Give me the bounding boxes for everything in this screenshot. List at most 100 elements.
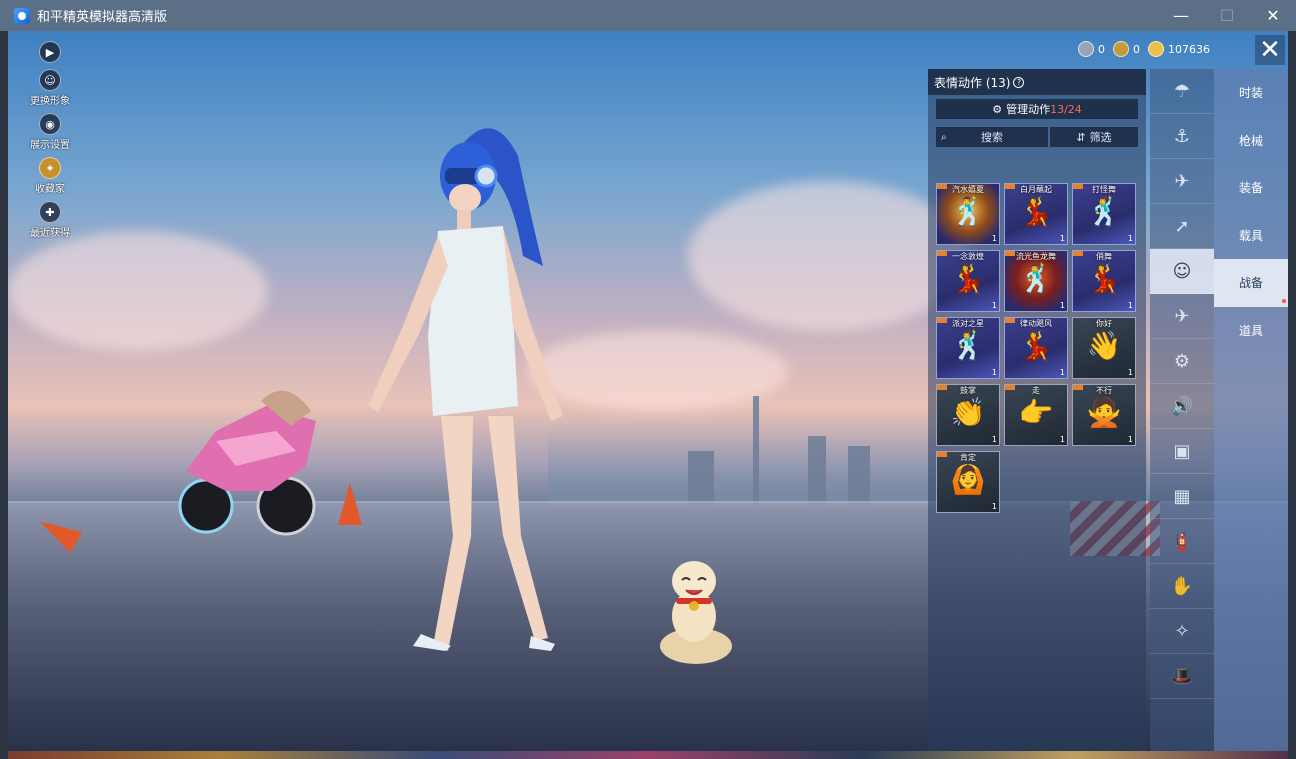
eye-icon[interactable]: ◉ [39,113,61,135]
emote-card[interactable]: 走 👉 1 [1004,384,1068,446]
drone-icon[interactable]: ✈ [1150,159,1214,204]
tab-weapons[interactable]: 枪械 [1214,117,1288,165]
extinguisher-icon[interactable]: 🧯 [1150,519,1214,564]
left-toolbar: ▶ ☺ 更换形象 ◉ 展示设置 ✦ 收藏家 ✚ 最近获得 [20,41,80,245]
change-avatar-button[interactable]: ☺ 更换形象 [20,69,80,107]
filter-button[interactable]: ⇵ 筛选 [1050,127,1138,147]
cloud [688,181,968,331]
emote-count: 1 [1059,301,1065,310]
silver-coin-icon [1078,41,1094,57]
emote-card[interactable]: 不行 🙅 1 [1072,384,1136,446]
display-settings-button[interactable]: ◉ 展示设置 [20,113,80,151]
emote-name: 流光鱼龙舞 [1016,252,1056,261]
cloud [8,231,268,351]
hand-icon[interactable]: ✋ [1150,564,1214,609]
app-logo-icon [14,7,30,24]
emote-name: 打怪舞 [1092,185,1116,194]
manage-emotes-label: 管理动作 [1006,103,1051,116]
avatar-icon[interactable]: ☺ [39,69,61,91]
collector-button[interactable]: ✦ 收藏家 [20,157,80,195]
pet-companion[interactable] [656,556,736,666]
emote-card[interactable]: 鼓掌 👏 1 [936,384,1000,446]
recently-obtained-button[interactable]: ✚ 最近获得 [20,201,80,239]
filter-icon: ⇵ [1076,130,1086,144]
emote-card[interactable]: 汽水嬉夏 🕺 1 [936,183,1000,245]
tab-combat-gear-label: 战备 [1238,276,1263,291]
emote-name: 俏舞 [1096,252,1112,261]
backpack-icon[interactable]: ⚓ [1150,114,1214,159]
hat-icon[interactable]: 🎩 [1150,654,1214,699]
emote-count: 1 [1127,368,1133,377]
manage-emotes-button[interactable]: ⚙ 管理动作 13/24 [936,99,1138,119]
tab-equipment[interactable]: 装备 [1214,164,1288,212]
motorcycle [178,390,316,536]
help-icon[interactable]: ? [1013,76,1025,88]
tab-vehicles[interactable]: 载具 [1214,212,1288,260]
search-button[interactable]: ⌕ 搜索 [936,127,1048,147]
emote-panel-header: 表情动作 (13) ? [928,69,1146,95]
change-avatar-label: 更换形象 [30,96,70,107]
emote-count: 1 [1127,301,1133,310]
emote-card[interactable]: 律动飓风 💃 1 [1004,317,1068,379]
play-icon[interactable]: ▶ [39,41,61,63]
tab-items[interactable]: 道具 [1214,307,1288,355]
collector-label: 收藏家 [35,184,65,195]
emote-count: 1 [991,234,997,243]
emote-card[interactable]: 流光鱼龙舞 🕺 1 [1004,250,1068,312]
close-window-button[interactable]: ✕ [1250,0,1296,31]
robot-icon[interactable]: ⚙ [1150,339,1214,384]
photo-icon[interactable]: ▦ [1150,474,1214,519]
speaker-icon[interactable]: 🔊 [1150,384,1214,429]
close-icon[interactable]: ✕ [1255,35,1285,65]
emote-name: 不行 [1096,386,1112,395]
game-viewport[interactable]: ▶ ☺ 更换形象 ◉ 展示设置 ✦ 收藏家 ✚ 最近获得 0 0 107636 … [8,31,1288,751]
filter-label: 筛选 [1089,131,1112,144]
emote-card[interactable]: 白月蘸起 💃 1 [1004,183,1068,245]
emote-card[interactable]: 俏舞 💃 1 [1072,250,1136,312]
recently-obtained-label: 最近获得 [30,228,70,239]
sticker-icon[interactable]: ▣ [1150,429,1214,474]
emote-count: 1 [991,301,997,310]
expand-toolbar-button[interactable]: ▶ [20,41,80,63]
emote-count: 1 [1059,435,1065,444]
emote-count: 1 [1127,435,1133,444]
parachute-icon[interactable]: ☂ [1150,69,1214,114]
gear-icon: ⚙ [992,102,1003,116]
currency-gold[interactable]: 107636 [1148,41,1210,57]
display-settings-label: 展示设置 [30,140,70,151]
emote-name: 走 [1032,386,1040,395]
gift-icon[interactable]: ✚ [39,201,61,223]
emote-name: 汽水嬉夏 [952,185,984,194]
category-column: 时装 枪械 装备 载具 战备 道具 [1214,69,1288,751]
window-border-left [0,31,8,759]
emote-name: 一念敦煌 [952,252,984,261]
currency-badge[interactable]: 0 [1113,41,1140,57]
nod-head-icon: 🙆 [950,463,986,496]
glider-icon[interactable]: ➚ [1150,204,1214,249]
head-shake-icon: 🙅 [1086,396,1122,429]
dance-figure-icon: 🕺 [950,329,986,362]
player-character[interactable] [353,116,593,651]
emote-card[interactable]: 肯定 🙆 1 [936,451,1000,513]
emote-card[interactable]: 一念敦煌 💃 1 [936,250,1000,312]
tab-combat-gear[interactable]: 战备 [1214,259,1288,307]
dance-figure-icon: 🕺 [1018,262,1054,295]
clap-hands-icon: 👏 [950,396,986,429]
window-border-right [1288,31,1296,759]
currency-silver[interactable]: 0 [1078,41,1105,57]
emote-count: 1 [991,435,997,444]
emote-card[interactable]: 你好 👋 1 [1072,317,1136,379]
minimize-button[interactable]: — [1158,0,1204,31]
emote-face-icon[interactable]: ☺ [1150,249,1214,294]
plane-icon[interactable]: ✈ [1150,294,1214,339]
wand-icon[interactable]: ✧ [1150,609,1214,654]
dance-figure-icon: 🕺 [1086,195,1122,228]
tab-fashion[interactable]: 时装 [1214,69,1288,117]
emote-grid: 汽水嬉夏 🕺 1 白月蘸起 💃 1 打怪舞 🕺 1 一念敦煌 💃 1 流光鱼龙舞 🕺 1 俏舞 💃 1 … [936,183,1140,513]
emote-card[interactable]: 打怪舞 🕺 1 [1072,183,1136,245]
emote-card[interactable]: 派对之星 🕺 1 [936,317,1000,379]
collection-icon[interactable]: ✦ [39,157,61,179]
maximize-button[interactable]: ☐ [1204,0,1250,31]
point-hand-icon: 👉 [1018,396,1054,429]
gold-coin-icon [1148,41,1164,57]
